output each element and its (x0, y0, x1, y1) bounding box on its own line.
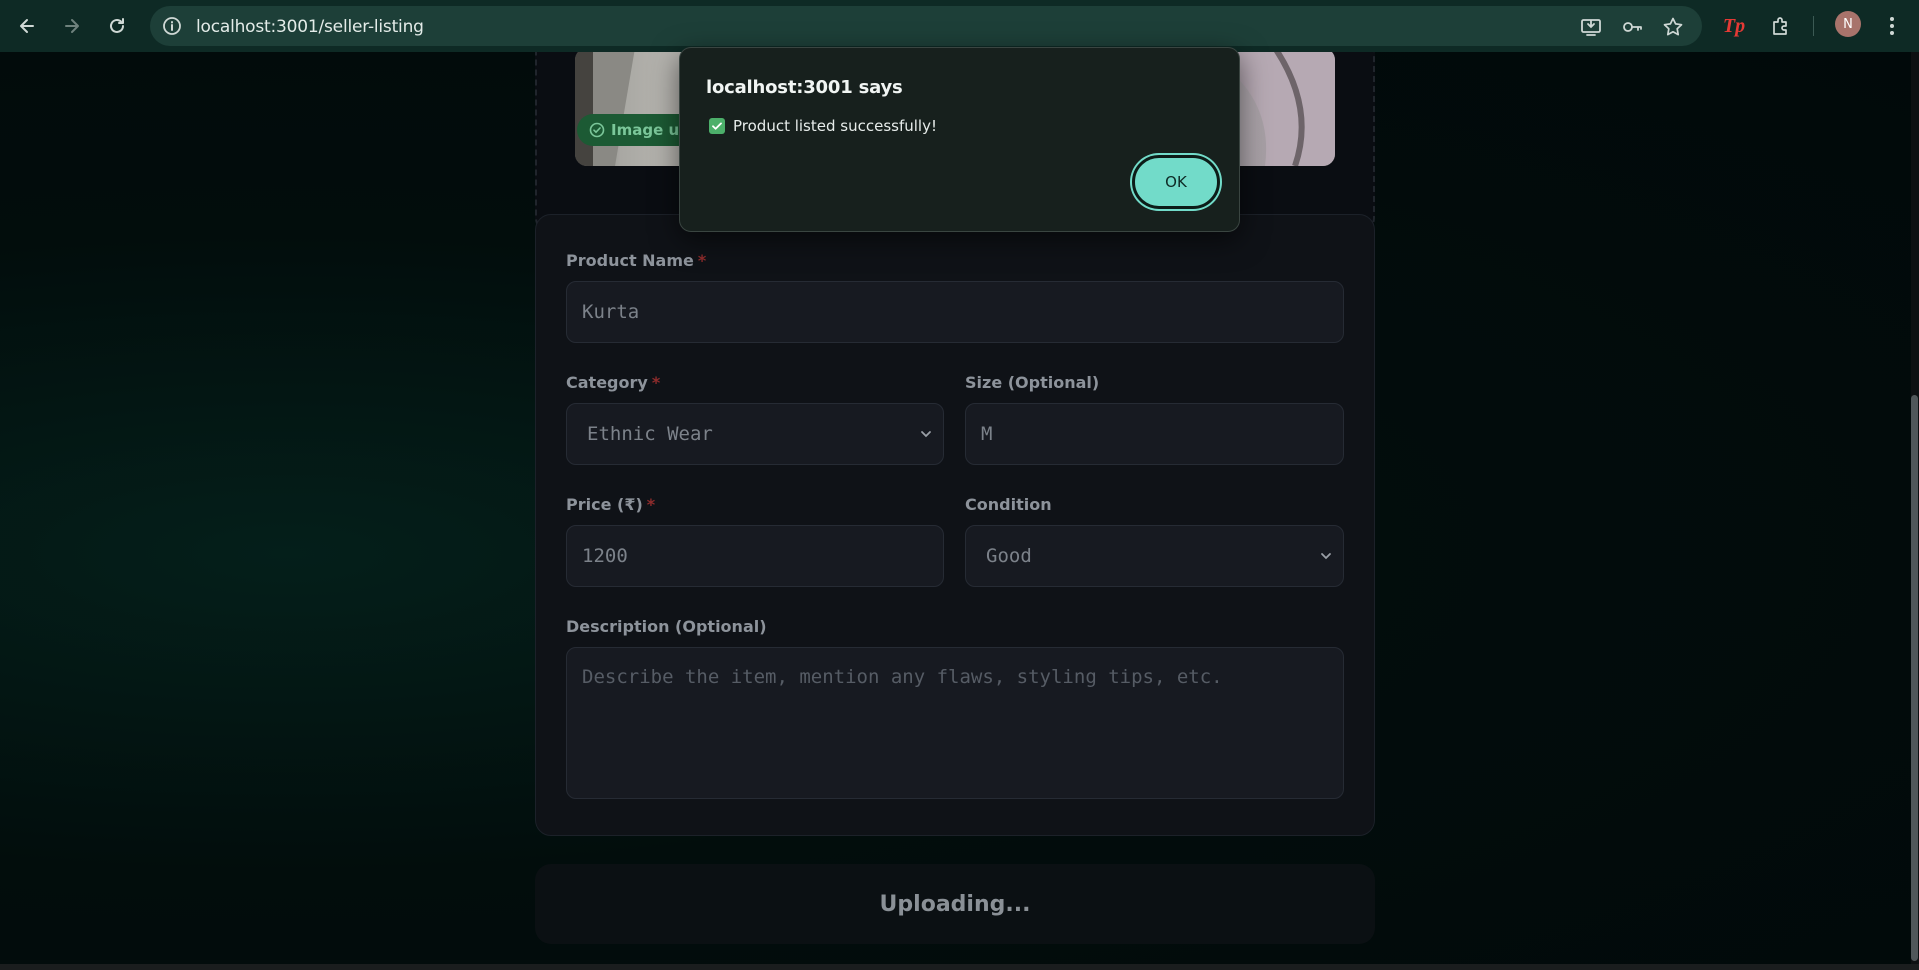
back-button[interactable] (11, 10, 43, 42)
description-label: Description (Optional) (566, 617, 767, 636)
dialog-title: localhost:3001 says (706, 77, 903, 98)
check-circle-icon (589, 122, 605, 138)
forward-button[interactable] (56, 10, 88, 42)
extension-tp-button[interactable]: Tp (1718, 10, 1750, 42)
submit-label: Uploading... (879, 891, 1031, 917)
product-name-label: Product Name * (566, 251, 706, 270)
bookmark-star-icon[interactable] (1662, 16, 1684, 38)
required-mark: * (646, 495, 656, 514)
condition-label: Condition (965, 495, 1052, 514)
category-select[interactable]: Ethnic Wear (566, 403, 944, 465)
price-label: Price (₹) * (566, 495, 655, 514)
size-label-text: Size (Optional) (965, 373, 1100, 392)
install-app-icon[interactable] (1580, 16, 1602, 38)
window-bottom-edge (0, 964, 1919, 970)
dialog-message: Product listed successfully! (709, 117, 937, 135)
description-textarea[interactable]: Describe the item, mention any flaws, st… (566, 647, 1344, 799)
ok-button[interactable]: OK (1132, 155, 1220, 209)
password-key-icon[interactable] (1621, 16, 1643, 38)
size-input[interactable]: M (965, 403, 1344, 465)
profile-avatar[interactable]: N (1835, 11, 1861, 37)
condition-label-text: Condition (965, 495, 1052, 514)
category-label-text: Category (566, 373, 648, 392)
chevron-down-icon (1321, 553, 1331, 560)
browser-toolbar: localhost:3001/seller-listing Tp N (0, 0, 1919, 52)
reload-button[interactable] (101, 10, 133, 42)
description-label-text: Description (Optional) (566, 617, 767, 636)
listing-form: Product Name * Kurta Category * Ethnic Wea… (535, 214, 1375, 836)
extensions-button[interactable] (1765, 10, 1797, 42)
tp-extension-icon: Tp (1722, 14, 1746, 37)
required-mark: * (697, 251, 707, 270)
dialog-message-text: Product listed successfully! (733, 117, 937, 135)
price-value: 1200 (582, 545, 628, 567)
condition-selected-value: Good (986, 545, 1032, 567)
chevron-down-icon (921, 431, 931, 438)
address-bar[interactable]: localhost:3001/seller-listing (150, 6, 1702, 46)
condition-select[interactable]: Good (965, 525, 1344, 587)
submit-listing-button[interactable]: Uploading... (535, 864, 1375, 944)
required-mark: * (651, 373, 661, 392)
price-label-text: Price (₹) (566, 495, 643, 514)
browser-menu-button[interactable] (1876, 10, 1908, 42)
puzzle-icon (1773, 17, 1787, 35)
size-value: M (981, 423, 993, 445)
check-mark-icon (709, 118, 725, 134)
alert-dialog: localhost:3001 says Product listed succe… (679, 47, 1240, 232)
reload-icon (110, 18, 124, 33)
size-label: Size (Optional) (965, 373, 1099, 392)
description-placeholder: Describe the item, mention any flaws, st… (582, 666, 1223, 688)
product-name-input[interactable]: Kurta (566, 281, 1344, 343)
product-name-value: Kurta (582, 301, 640, 323)
product-name-label-text: Product Name (566, 251, 694, 270)
page-scrollbar-thumb[interactable] (1911, 395, 1918, 961)
site-info-icon[interactable] (162, 16, 182, 36)
url-text[interactable]: localhost:3001/seller-listing (196, 17, 424, 37)
price-input[interactable]: 1200 (566, 525, 944, 587)
toolbar-divider (1813, 16, 1814, 36)
arrow-left-icon (20, 19, 34, 33)
more-vertical-icon (1890, 17, 1894, 35)
category-selected-value: Ethnic Wear (587, 423, 713, 445)
arrow-right-icon (65, 19, 79, 33)
category-label: Category * (566, 373, 660, 392)
